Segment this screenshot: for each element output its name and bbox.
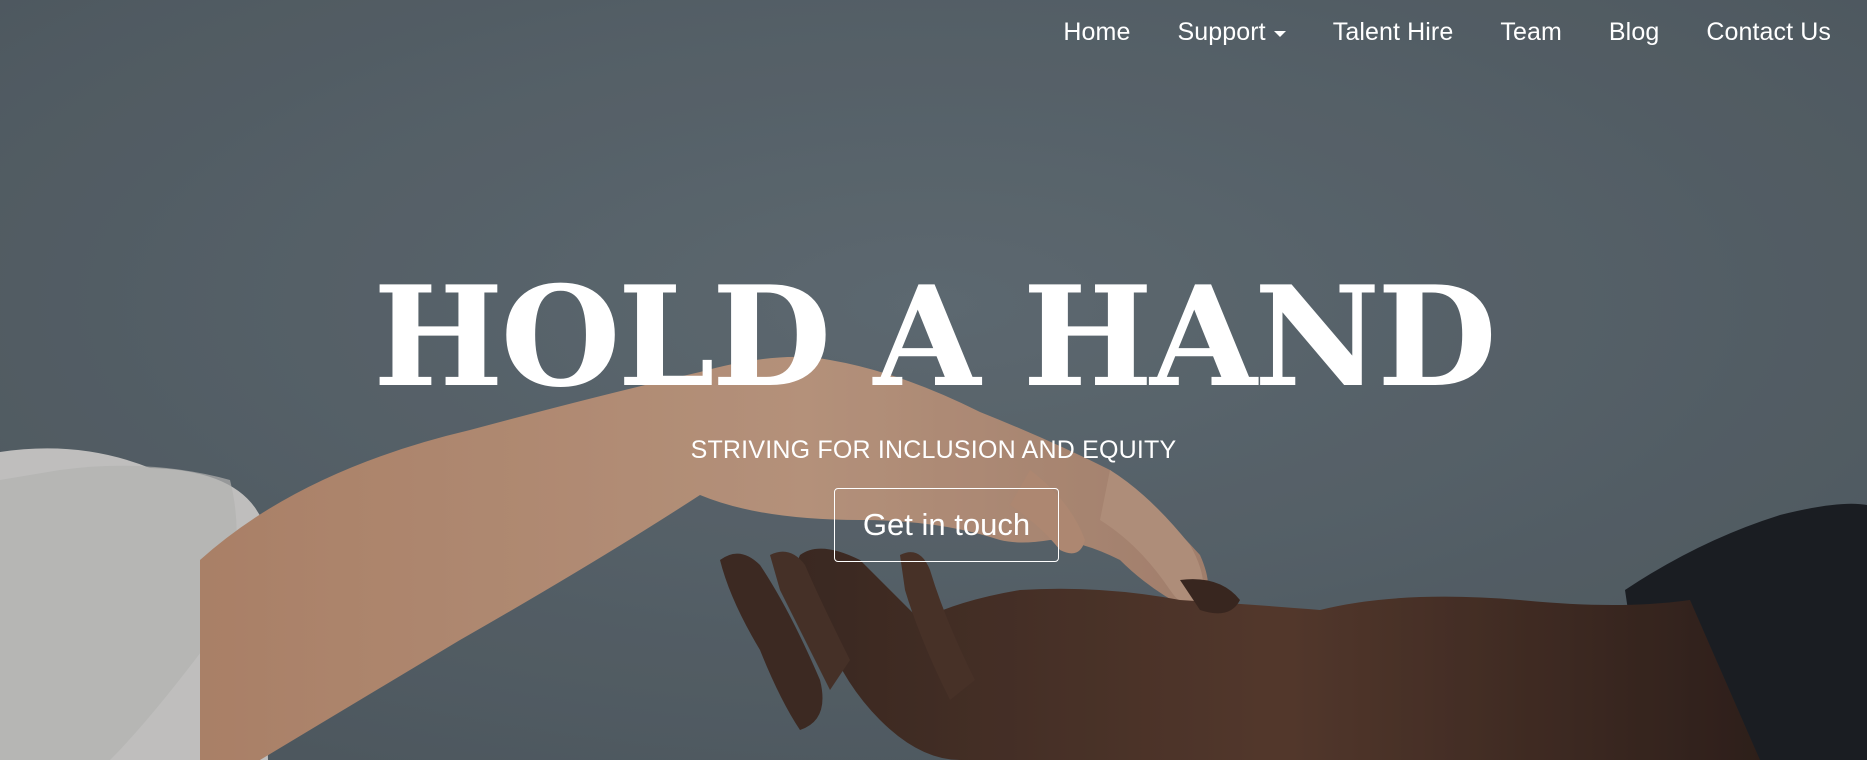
nav-contact-us[interactable]: Contact Us (1706, 18, 1831, 47)
hero-headline: HOLD A HAND (373, 255, 1497, 418)
get-in-touch-label: Get in touch (862, 507, 1031, 542)
nav-talent-hire[interactable]: Talent Hire (1333, 18, 1454, 47)
nav-blog-label: Blog (1608, 18, 1660, 46)
nav-team-label: Team (1500, 18, 1562, 46)
nav-team[interactable]: Team (1500, 18, 1562, 47)
caret-down-icon (1273, 31, 1286, 37)
nav-home-label: Home (1063, 18, 1131, 46)
nav-home[interactable]: Home (1063, 18, 1130, 47)
nav-contact-us-label: Contact Us (1706, 18, 1831, 46)
get-in-touch-button[interactable]: Get in touch (834, 488, 1059, 562)
main-navigation: Home Support Talent Hire Team Blog Conta… (1063, 18, 1831, 47)
nav-talent-hire-label: Talent Hire (1332, 18, 1454, 46)
hero-tagline: STRIVING FOR INCLUSION AND EQUITY (690, 436, 1177, 464)
nav-support[interactable]: Support (1177, 18, 1286, 47)
nav-support-label: Support (1177, 18, 1266, 46)
nav-blog[interactable]: Blog (1609, 18, 1659, 47)
hero-section: Home Support Talent Hire Team Blog Conta… (0, 0, 1867, 760)
